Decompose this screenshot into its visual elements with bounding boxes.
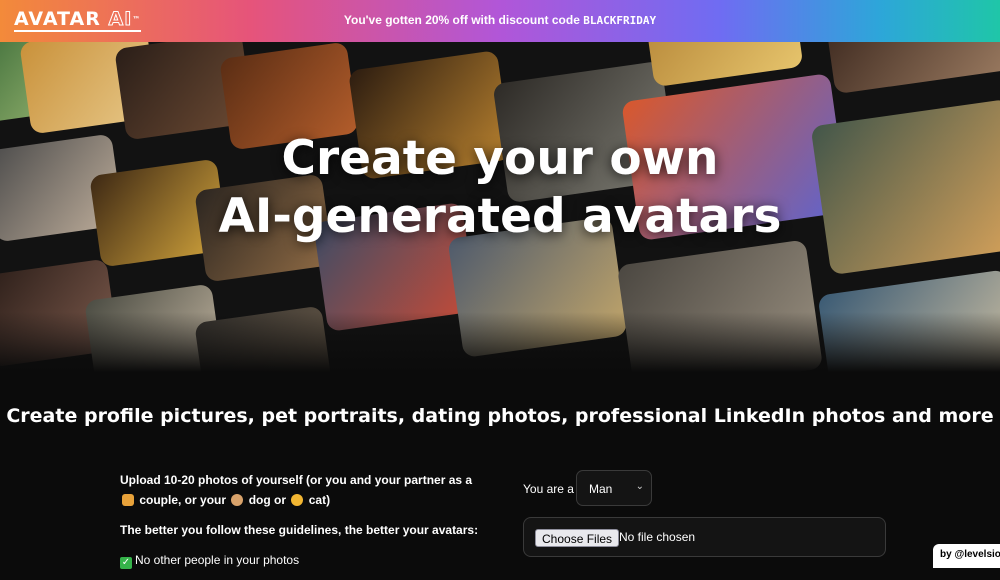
gender-select-value: Man [589,482,613,496]
checkmark-icon: ✓ [120,557,132,569]
rule-item: ✓ No other people in your photos [120,550,500,570]
cat-emoji-icon [291,494,304,506]
upload-paragraph: Upload 10-20 photos of yourself (or you … [120,470,500,510]
promo-text: You've gotten 20% off with discount code [343,13,580,27]
hero-title: Create your own AI-generated avatars [0,130,1000,246]
upload-instructions: Upload 10-20 photos of yourself (or you … [120,470,500,580]
cat-text: cat) [308,493,331,507]
no-file-text: No file chosen [619,530,696,544]
upload-text: Upload 10-20 photos of yourself (or you … [120,473,473,487]
promo-message: You've gotten 20% off with discount code… [0,13,1000,27]
choose-files-button[interactable]: Choose Files [535,529,620,547]
dog-emoji-icon [231,494,244,506]
hero-title-line2: AI-generated avatars [218,189,782,244]
avatar-tile [826,42,1000,95]
promo-banner: AVATAR AI™ You've gotten 20% off with di… [0,0,1000,42]
hero-title-line1: Create your own [281,131,719,186]
dog-text: dog or [248,493,287,507]
guidelines-paragraph: The better you follow these guidelines, … [120,523,479,537]
couple-emoji-icon [122,494,134,506]
hero-fade [0,312,1000,372]
couple-text: couple, or your [139,493,227,507]
chevron-down-icon: ⌄ [635,481,644,492]
discount-code: BLACKFRIDAY [583,14,657,27]
you-are-label: You are a [523,482,574,496]
hero-collage: Create your own AI-generated avatars [0,42,1000,372]
subheading: Create profile pictures, pet portraits, … [6,405,994,427]
author-byline-link[interactable]: by @levelsio [933,544,1000,568]
file-upload-field[interactable]: Choose Files No file chosen [523,517,886,557]
gender-select[interactable]: Man ⌄ [576,470,652,506]
rule-text: No other people in your photos [135,553,300,567]
